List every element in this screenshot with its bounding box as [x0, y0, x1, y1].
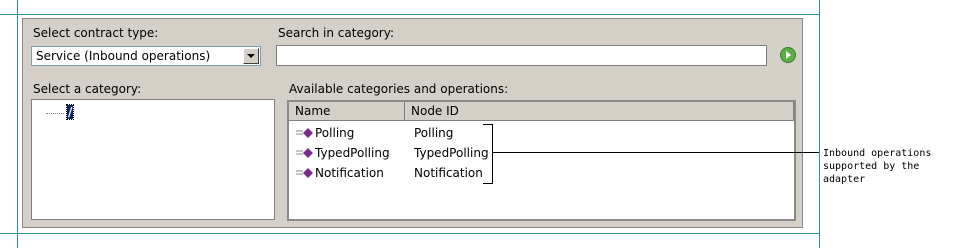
go-arrow-icon[interactable]: [780, 47, 796, 63]
operations-list[interactable]: Name Node ID Polling Polling TypedPollin…: [287, 100, 796, 221]
search-label: Search in category:: [278, 26, 394, 40]
chevron-down-icon[interactable]: [243, 48, 259, 64]
callout-line-1: Inbound operations: [823, 148, 932, 159]
list-header: Name Node ID: [289, 102, 794, 122]
callout-text: Inbound operations supported by the adap…: [823, 147, 958, 186]
list-row-polling[interactable]: Polling Polling: [289, 123, 794, 143]
operation-name: Polling: [315, 126, 355, 140]
guide-line-bottom: [0, 233, 820, 234]
list-row-typedpolling[interactable]: TypedPolling TypedPolling: [289, 143, 794, 163]
callout-bracket: [483, 124, 493, 184]
contract-type-label: Select contract type:: [33, 26, 159, 40]
operation-node-id: TypedPolling: [414, 146, 489, 160]
operation-icon: [296, 168, 313, 178]
list-row-notification[interactable]: Notification Notification: [289, 163, 794, 183]
operation-icon: [296, 148, 313, 158]
category-label: Select a category:: [33, 82, 142, 96]
search-input[interactable]: [276, 45, 767, 66]
callout-line: [493, 152, 819, 153]
guide-line-top: [0, 14, 820, 15]
operations-browser-panel: Select contract type: Service (Inbound o…: [22, 18, 803, 228]
operation-name: TypedPolling: [315, 146, 390, 160]
callout-line-2: supported by the adapter: [823, 161, 920, 185]
operation-icon: [296, 128, 313, 138]
guide-line-right: [819, 0, 820, 248]
contract-type-combobox[interactable]: Service (Inbound operations): [31, 46, 261, 66]
column-header-name[interactable]: Name: [289, 102, 405, 121]
guide-line-left: [17, 0, 18, 248]
tree-root-node[interactable]: /: [65, 104, 75, 120]
tree-connector: [46, 113, 64, 114]
operation-name: Notification: [315, 166, 384, 180]
operation-node-id: Notification: [414, 166, 483, 180]
operation-node-id: Polling: [414, 126, 454, 140]
category-tree[interactable]: /: [31, 99, 275, 220]
operations-label: Available categories and operations:: [289, 82, 509, 96]
column-header-node-id[interactable]: Node ID: [405, 102, 794, 121]
contract-type-value: Service (Inbound operations): [36, 49, 211, 63]
